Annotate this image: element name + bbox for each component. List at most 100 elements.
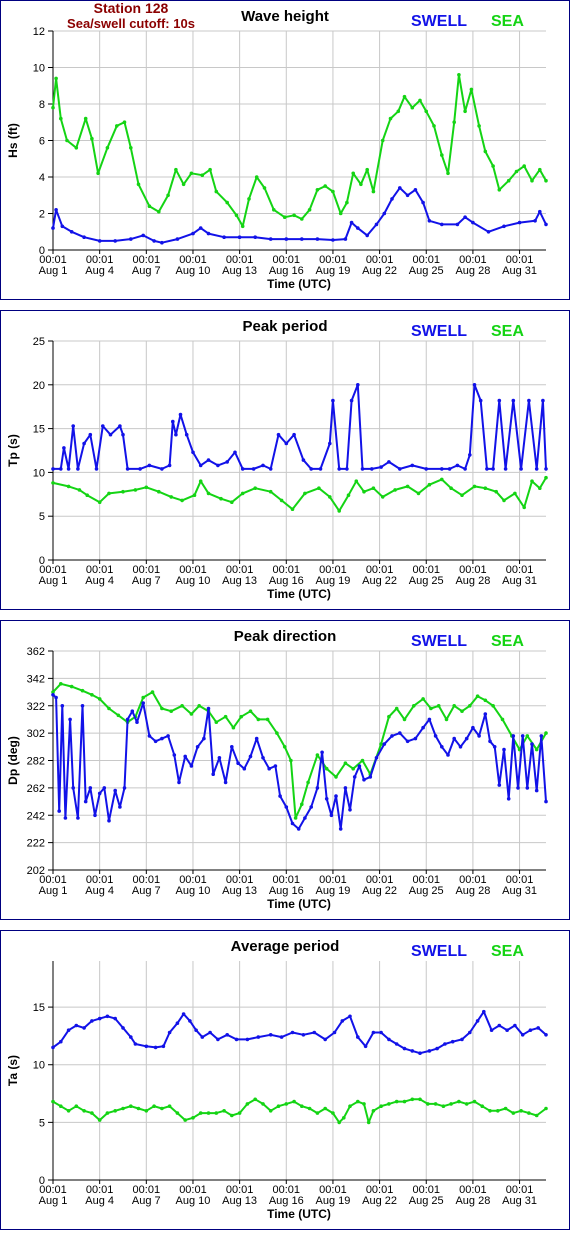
data-point bbox=[276, 432, 281, 437]
data-point bbox=[496, 1109, 500, 1113]
data-point bbox=[105, 1111, 110, 1115]
data-point bbox=[101, 424, 105, 428]
data-point bbox=[503, 467, 508, 471]
data-point bbox=[71, 424, 75, 428]
data-point bbox=[60, 704, 65, 708]
data-point bbox=[292, 213, 296, 218]
data-point bbox=[380, 138, 385, 143]
data-point bbox=[440, 745, 444, 749]
x-tick-date-label: Aug 10 bbox=[176, 885, 211, 897]
data-point bbox=[534, 1113, 539, 1118]
data-point bbox=[76, 816, 80, 820]
data-point bbox=[125, 467, 130, 471]
data-point bbox=[284, 1102, 289, 1106]
y-tick-label: 15 bbox=[33, 1002, 45, 1014]
data-point bbox=[69, 684, 74, 689]
chart-title: Peak direction bbox=[234, 628, 337, 645]
data-point bbox=[410, 105, 415, 110]
data-point bbox=[236, 761, 240, 765]
y-tick-label: 282 bbox=[27, 756, 45, 768]
data-point bbox=[396, 109, 401, 114]
data-point bbox=[189, 171, 194, 176]
x-tick-date-label: Aug 7 bbox=[132, 885, 161, 897]
gridlines bbox=[52, 961, 546, 1181]
data-point bbox=[471, 725, 475, 730]
data-point bbox=[97, 697, 102, 701]
data-point bbox=[413, 736, 418, 741]
data-point bbox=[513, 491, 517, 496]
data-point bbox=[538, 167, 542, 172]
data-point bbox=[340, 1019, 345, 1023]
data-point bbox=[195, 745, 200, 749]
x-tick-date-label: Aug 7 bbox=[132, 265, 161, 277]
data-point bbox=[349, 220, 354, 225]
x-tick-date-label: Aug 25 bbox=[409, 265, 444, 277]
data-point bbox=[141, 695, 145, 700]
data-point bbox=[528, 1028, 533, 1032]
data-point bbox=[371, 189, 376, 194]
series-line-swell bbox=[52, 1010, 547, 1055]
data-point bbox=[121, 489, 125, 494]
data-point bbox=[90, 136, 94, 141]
data-point bbox=[239, 714, 243, 719]
data-point bbox=[261, 1102, 265, 1106]
data-point bbox=[402, 1099, 407, 1104]
data-point bbox=[502, 224, 506, 229]
data-point bbox=[273, 764, 278, 768]
data-point bbox=[175, 237, 180, 241]
data-point bbox=[144, 1044, 149, 1049]
data-point bbox=[206, 1111, 211, 1115]
x-axis-label: Time (UTC) bbox=[267, 587, 331, 601]
data-point bbox=[107, 491, 111, 496]
data-point bbox=[121, 1026, 125, 1030]
data-point bbox=[410, 1049, 415, 1053]
series-line-swell bbox=[53, 383, 547, 470]
data-point bbox=[356, 1099, 360, 1104]
data-point bbox=[348, 808, 352, 812]
x-tick-date-label: Aug 28 bbox=[455, 885, 490, 897]
data-point bbox=[483, 698, 488, 703]
data-point bbox=[323, 184, 328, 188]
data-point bbox=[309, 805, 314, 809]
data-point bbox=[464, 736, 469, 741]
data-point bbox=[97, 791, 102, 796]
data-point bbox=[66, 467, 71, 471]
data-point bbox=[77, 488, 82, 492]
data-point bbox=[256, 1035, 261, 1039]
data-point bbox=[188, 1019, 192, 1023]
data-point bbox=[191, 1116, 195, 1120]
peak-period-panel: 0 5 10 15 20 25 00:01 Aug 1 00:01 Aug 4 00:01 Aug 7… bbox=[0, 310, 570, 610]
data-point bbox=[307, 208, 312, 212]
peak-direction-chart: 20222224226228230232234236200:01Aug 100:… bbox=[6, 628, 548, 911]
data-point bbox=[63, 816, 68, 820]
x-tick-date-label: Aug 7 bbox=[132, 575, 161, 587]
y-tick-label: 20 bbox=[33, 380, 45, 392]
data-point bbox=[497, 783, 502, 787]
data-point bbox=[300, 1104, 304, 1108]
data-point bbox=[160, 1106, 164, 1111]
data-point bbox=[129, 1104, 133, 1108]
data-point bbox=[248, 754, 253, 759]
x-tick-date-label: Aug 19 bbox=[315, 885, 350, 897]
y-tick-label: 302 bbox=[27, 728, 45, 740]
data-point bbox=[469, 87, 474, 92]
data-point bbox=[284, 441, 289, 446]
data-point bbox=[160, 706, 164, 711]
data-point bbox=[189, 764, 194, 768]
data-point bbox=[198, 479, 203, 483]
data-point bbox=[90, 693, 94, 697]
data-point bbox=[284, 805, 289, 809]
data-point bbox=[105, 146, 110, 150]
data-point bbox=[315, 237, 320, 241]
data-point bbox=[107, 706, 111, 711]
data-point bbox=[90, 1111, 94, 1115]
data-point bbox=[51, 1045, 55, 1050]
data-point bbox=[66, 1109, 71, 1113]
data-point bbox=[331, 238, 335, 242]
data-point bbox=[59, 682, 63, 686]
data-point bbox=[97, 1016, 102, 1021]
data-point bbox=[59, 1039, 63, 1044]
data-point bbox=[303, 816, 307, 820]
data-point bbox=[345, 467, 349, 471]
data-point bbox=[233, 450, 237, 455]
